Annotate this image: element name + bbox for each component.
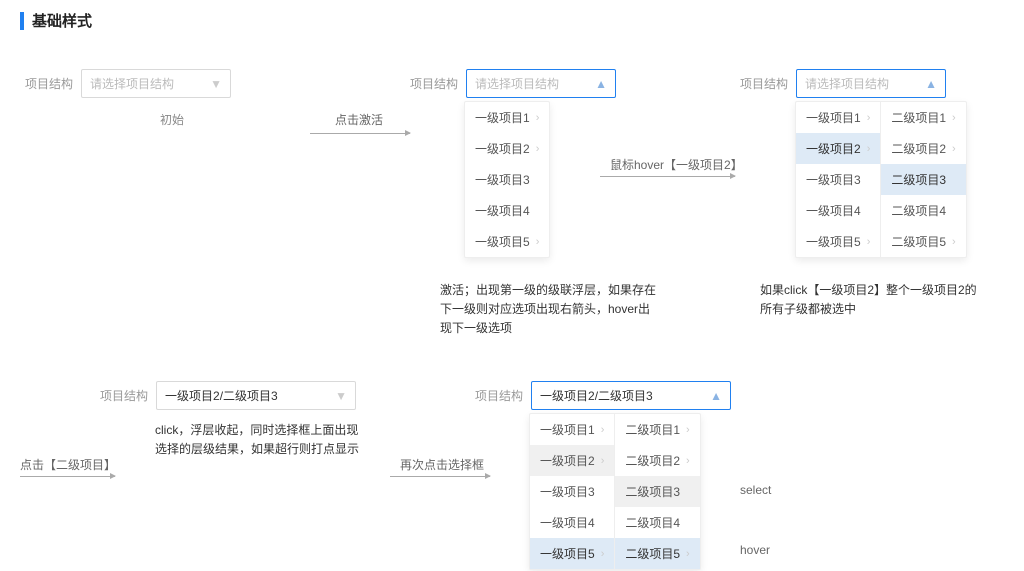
state1-select[interactable]: 请选择项目结构 ▼ [81, 69, 231, 98]
state2-combo: 项目结构 请选择项目结构 ▲ [410, 69, 616, 98]
dropdown-item[interactable]: 一级项目4 [465, 195, 549, 226]
dropdown-item[interactable]: 一级项目5› [465, 226, 549, 257]
dropdown-item-selected[interactable]: 一级项目2› [530, 445, 614, 476]
chevron-right-icon: › [952, 236, 956, 248]
state2-dropdown: 一级项目1› 一级项目2› 一级项目3 一级项目4 一级项目5› [464, 101, 550, 258]
dropdown-item[interactable]: 一级项目2› [465, 133, 549, 164]
state4-desc: click，浮层收起，同时选择框上面出现选择的层级结果，如果超行则打点显示 [155, 421, 365, 459]
chevron-right-icon: › [536, 112, 540, 124]
placeholder: 请选择项目结构 [805, 75, 889, 92]
dropdown-item[interactable]: 一级项目1› [465, 102, 549, 133]
select-note: select [740, 481, 771, 500]
state5-combo: 项目结构 一级项目2/二级项目3 ▲ [475, 381, 731, 410]
selected-value: 一级项目2/二级项目3 [165, 387, 278, 404]
field-label: 项目结构 [475, 387, 523, 404]
caret-down-icon: ▼ [335, 390, 347, 402]
caret-up-icon: ▲ [710, 390, 722, 402]
dropdown-item[interactable]: 一级项目5› [796, 226, 880, 257]
caret-up-icon: ▲ [925, 78, 937, 90]
dropdown-item[interactable]: 一级项目4 [796, 195, 880, 226]
dropdown-item-hovered[interactable]: 一级项目2› [796, 133, 880, 164]
chevron-right-icon: › [952, 112, 956, 124]
state5-col1: 一级项目1› 一级项目2› 一级项目3 一级项目4 一级项目5› [530, 414, 614, 569]
state1-combo: 项目结构 请选择项目结构 ▼ [25, 69, 231, 98]
dropdown-item[interactable]: 一级项目3 [530, 476, 614, 507]
state2-select[interactable]: 请选择项目结构 ▲ [466, 69, 616, 98]
state5-select[interactable]: 一级项目2/二级项目3 ▲ [531, 381, 731, 410]
section-accent-bar [20, 12, 24, 30]
dropdown-item[interactable]: 二级项目2› [881, 133, 965, 164]
section-title: 基础样式 [32, 10, 92, 31]
dropdown-item-selected[interactable]: 二级项目3 [615, 476, 699, 507]
placeholder: 请选择项目结构 [475, 75, 559, 92]
state5-col2: 二级项目1› 二级项目2› 二级项目3 二级项目4 二级项目5› [614, 414, 699, 569]
state3-col1: 一级项目1› 一级项目2› 一级项目3 一级项目4 一级项目5› [796, 102, 880, 257]
field-label: 项目结构 [100, 387, 148, 404]
transition2-label: 鼠标hover【一级项目2】 [610, 156, 743, 175]
caret-up-icon: ▲ [595, 78, 607, 90]
dropdown-item[interactable]: 二级项目2› [615, 445, 699, 476]
chevron-right-icon: › [867, 236, 871, 248]
chevron-right-icon: › [601, 548, 605, 560]
hover-note: hover [740, 541, 770, 560]
dropdown-item[interactable]: 一级项目4 [530, 507, 614, 538]
state3-select[interactable]: 请选择项目结构 ▲ [796, 69, 946, 98]
field-label: 项目结构 [25, 75, 73, 92]
dropdown-item[interactable]: 二级项目4 [881, 195, 965, 226]
transition1-label: 点击激活 [335, 111, 383, 130]
state3-desc: 如果click【一级项目2】整个一级项目2的所有子级都被选中 [760, 281, 980, 319]
placeholder: 请选择项目结构 [90, 75, 174, 92]
dropdown-item-hovered[interactable]: 二级项目5› [615, 538, 699, 569]
dropdown-item[interactable]: 一级项目1› [796, 102, 880, 133]
transition4-label: 再次点击选择框 [400, 456, 484, 475]
chevron-right-icon: › [952, 143, 956, 155]
state2-desc: 激活；出现第一级的级联浮层，如果存在下一级则对应选项出现右箭头，hover出现下… [440, 281, 660, 339]
chevron-right-icon: › [686, 455, 690, 467]
chevron-right-icon: › [536, 143, 540, 155]
chevron-right-icon: › [686, 548, 690, 560]
state5-dropdown: 一级项目1› 一级项目2› 一级项目3 一级项目4 一级项目5› 二级项目1› … [529, 413, 701, 570]
dropdown-item[interactable]: 一级项目3 [465, 164, 549, 195]
field-label: 项目结构 [410, 75, 458, 92]
state4-combo: 项目结构 一级项目2/二级项目3 ▼ [100, 381, 356, 410]
state2-col1: 一级项目1› 一级项目2› 一级项目3 一级项目4 一级项目5› [465, 102, 549, 257]
caret-down-icon: ▼ [210, 78, 222, 90]
dropdown-item-hovered[interactable]: 二级项目3 [881, 164, 965, 195]
diagram-container: 项目结构 请选择项目结构 ▼ 初始 点击激活 项目结构 请选择项目结构 ▲ 一级… [20, 61, 1000, 561]
chevron-right-icon: › [536, 236, 540, 248]
arrow-4 [390, 476, 490, 477]
state4-select[interactable]: 一级项目2/二级项目3 ▼ [156, 381, 356, 410]
state3-col2: 二级项目1› 二级项目2› 二级项目3 二级项目4 二级项目5› [880, 102, 965, 257]
chevron-right-icon: › [686, 424, 690, 436]
dropdown-item-hovered[interactable]: 一级项目5› [530, 538, 614, 569]
selected-value: 一级项目2/二级项目3 [540, 387, 653, 404]
state3-dropdown: 一级项目1› 一级项目2› 一级项目3 一级项目4 一级项目5› 二级项目1› … [795, 101, 967, 258]
dropdown-item[interactable]: 二级项目1› [881, 102, 965, 133]
field-label: 项目结构 [740, 75, 788, 92]
dropdown-item[interactable]: 一级项目1› [530, 414, 614, 445]
chevron-right-icon: › [867, 112, 871, 124]
arrow-3 [20, 476, 115, 477]
dropdown-item[interactable]: 二级项目1› [615, 414, 699, 445]
dropdown-item[interactable]: 二级项目5› [881, 226, 965, 257]
state1-caption: 初始 [160, 111, 184, 130]
arrow-1 [310, 133, 410, 134]
chevron-right-icon: › [601, 455, 605, 467]
chevron-right-icon: › [867, 143, 871, 155]
transition3-label: 点击【二级项目】 [20, 456, 116, 475]
arrow-2 [600, 176, 735, 177]
state3-combo: 项目结构 请选择项目结构 ▲ [740, 69, 946, 98]
dropdown-item[interactable]: 二级项目4 [615, 507, 699, 538]
section-header: 基础样式 [20, 10, 1004, 31]
chevron-right-icon: › [601, 424, 605, 436]
dropdown-item[interactable]: 一级项目3 [796, 164, 880, 195]
